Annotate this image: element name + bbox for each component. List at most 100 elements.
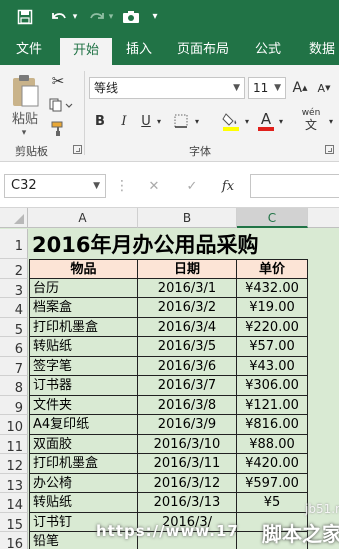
paste-label[interactable]: 粘贴 (8, 107, 42, 127)
font-size-combo[interactable]: 11 ▼ (248, 77, 286, 99)
date-cell[interactable]: 2016/3/2 (138, 298, 237, 318)
item-cell[interactable]: 打印机墨盒 (29, 317, 138, 337)
phonetic-guide-icon[interactable]: wén 文 (296, 105, 326, 135)
row-header[interactable]: 7 (0, 356, 28, 377)
tab-formulas[interactable]: 公式 (246, 36, 290, 65)
camera-icon[interactable] (120, 6, 142, 28)
resize-handle-icon[interactable]: ⋮ (115, 176, 129, 196)
font-name-combo[interactable]: 等线 ▼ (89, 77, 245, 99)
item-cell[interactable]: 档案盒 (29, 298, 138, 318)
row-header[interactable]: 4 (0, 298, 28, 318)
formula-input[interactable] (250, 174, 339, 198)
date-cell[interactable]: 2016/3/9 (138, 415, 237, 435)
price-cell[interactable]: ¥420.00 (237, 454, 308, 474)
price-cell[interactable]: ¥597.00 (237, 473, 308, 493)
tab-home[interactable]: 开始 (60, 38, 112, 65)
price-cell[interactable]: ¥432.00 (237, 278, 308, 298)
format-painter-icon[interactable] (48, 119, 68, 139)
copy-icon[interactable] (48, 95, 74, 115)
font-launcher-icon[interactable] (325, 145, 334, 154)
price-cell[interactable]: ¥816.00 (237, 415, 308, 435)
column-header-b[interactable]: B (138, 208, 237, 228)
price-cell[interactable]: ¥88.00 (237, 434, 308, 454)
font-color-dropdown-icon[interactable]: ▾ (276, 111, 286, 131)
row-header[interactable]: 14 (0, 493, 28, 513)
item-cell[interactable]: 办公椅 (29, 473, 138, 493)
underline-dropdown-icon[interactable]: ▾ (154, 111, 164, 131)
paste-icon[interactable] (8, 71, 42, 111)
column-header-a[interactable]: A (28, 208, 138, 228)
underline-button[interactable]: U (138, 111, 154, 131)
date-cell[interactable]: 2016/3/5 (138, 337, 237, 357)
row-header[interactable]: 1 (0, 229, 28, 259)
item-cell[interactable]: 转贴纸 (29, 337, 138, 357)
item-cell[interactable]: 打印机墨盒 (29, 454, 138, 474)
item-cell[interactable]: 签字笔 (29, 356, 138, 376)
date-cell[interactable]: 2016/3/13 (138, 493, 237, 513)
row-header[interactable]: 16 (0, 532, 28, 549)
clipboard-launcher-icon[interactable] (73, 145, 82, 154)
row-header[interactable]: 2 (0, 259, 28, 279)
column-header-c[interactable]: C (237, 208, 308, 228)
item-cell[interactable]: A4复印纸 (29, 415, 138, 435)
date-cell[interactable]: 2016/3/7 (138, 376, 237, 396)
row-header[interactable]: 11 (0, 434, 28, 455)
column-header-d[interactable] (308, 208, 339, 228)
tab-file[interactable]: 文件 (4, 36, 54, 65)
cut-icon[interactable]: ✂ (48, 71, 68, 91)
date-cell[interactable]: 2016/3/6 (138, 356, 237, 376)
save-icon[interactable] (14, 6, 36, 28)
date-cell[interactable]: 2016/3/1 (138, 278, 237, 298)
italic-button[interactable]: I (116, 111, 132, 131)
row-header[interactable]: 6 (0, 337, 28, 357)
date-cell[interactable]: 2016/3/8 (138, 395, 237, 415)
price-cell[interactable]: ¥121.00 (237, 395, 308, 415)
borders-dropdown-icon[interactable]: ▾ (192, 111, 202, 131)
row-header[interactable]: 3 (0, 278, 28, 299)
header-cell[interactable]: 单价 (237, 259, 308, 279)
font-color-icon[interactable]: A (256, 109, 276, 133)
date-cell[interactable]: 2016/3/12 (138, 473, 237, 493)
date-cell[interactable]: 2016/3/11 (138, 454, 237, 474)
header-cell[interactable]: 物品 (29, 259, 138, 279)
price-cell[interactable]: ¥306.00 (237, 376, 308, 396)
phonetic-dropdown-icon[interactable]: ▾ (326, 111, 336, 131)
fill-color-dropdown-icon[interactable]: ▾ (242, 111, 252, 131)
shrink-font-icon[interactable]: A ▼ (313, 77, 335, 99)
undo-dropdown-icon[interactable]: ▾ (70, 6, 80, 28)
select-all-corner[interactable] (0, 208, 28, 228)
customize-toolbar-icon[interactable]: ▾ (148, 6, 162, 28)
item-cell[interactable]: 双面胶 (29, 434, 138, 454)
row-header[interactable]: 10 (0, 415, 28, 435)
borders-icon[interactable] (170, 111, 192, 131)
fill-color-icon[interactable] (220, 109, 242, 133)
row-header[interactable]: 9 (0, 395, 28, 416)
tab-insert[interactable]: 插入 (116, 36, 162, 65)
sheet-title[interactable]: 2016年月办公用品采购 (29, 230, 258, 260)
name-box[interactable]: C32 ▼ (4, 174, 106, 198)
price-cell[interactable]: ¥19.00 (237, 298, 308, 318)
item-cell[interactable]: 台历 (29, 278, 138, 298)
price-cell[interactable]: ¥57.00 (237, 337, 308, 357)
item-cell[interactable]: 文件夹 (29, 395, 138, 415)
item-cell[interactable]: 订书器 (29, 376, 138, 396)
grow-font-icon[interactable]: A ▲ (289, 77, 311, 99)
price-cell[interactable]: ¥5 (237, 493, 308, 513)
row-header[interactable]: 8 (0, 376, 28, 396)
header-cell[interactable]: 日期 (138, 259, 237, 279)
tab-data[interactable]: 数据 (300, 36, 339, 65)
row-header[interactable]: 13 (0, 473, 28, 494)
worksheet-grid[interactable]: A B C 1 2016年月办公用品采购 2 物品 日期 单价 3 台历 2016/3/1 ¥43… (0, 208, 339, 549)
insert-function-icon[interactable]: fx (216, 176, 240, 196)
paste-dropdown-icon[interactable]: ▾ (14, 127, 34, 139)
date-cell[interactable]: 2016/3/4 (138, 317, 237, 337)
bold-button[interactable]: B (92, 111, 108, 131)
tab-page-layout[interactable]: 页面布局 (170, 36, 236, 65)
price-cell[interactable]: ¥43.00 (237, 356, 308, 376)
row-header[interactable]: 12 (0, 454, 28, 474)
undo-icon[interactable] (48, 6, 70, 28)
row-header[interactable]: 5 (0, 317, 28, 338)
row-header[interactable]: 15 (0, 512, 28, 533)
item-cell[interactable]: 转贴纸 (29, 493, 138, 513)
date-cell[interactable]: 2016/3/10 (138, 434, 237, 454)
